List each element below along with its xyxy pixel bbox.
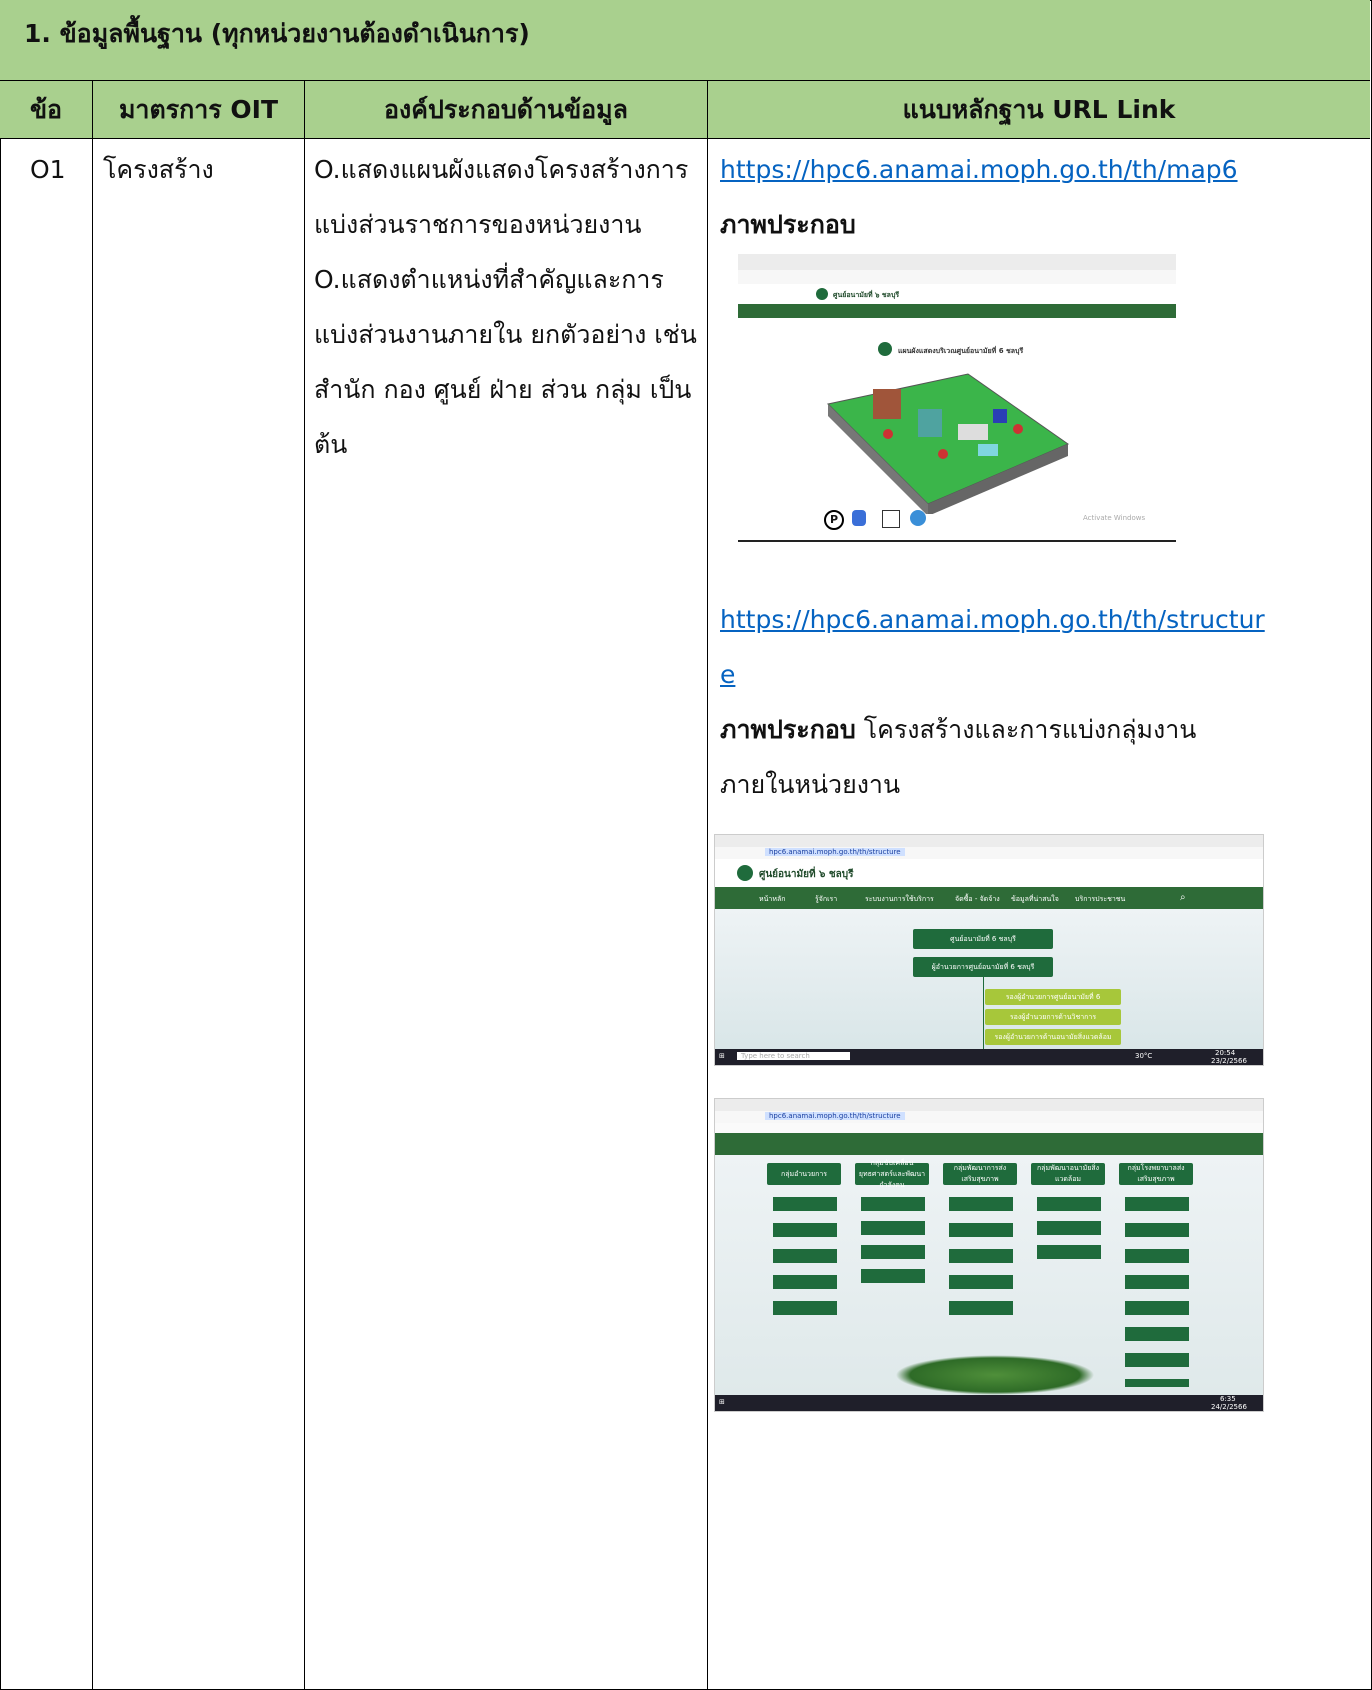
caption-1: ภาพประกอบ (720, 210, 856, 239)
sub-units (1037, 1197, 1101, 1267)
trees-decoration (895, 1355, 1095, 1395)
logo-icon (737, 865, 753, 881)
nav-item: ระบบงานการใช้บริการ (865, 895, 934, 903)
campus-map-image (826, 373, 1070, 514)
structure-area: กลุ่มอำนวยการ กลุ่มขับเคลื่อนยุทธศาสตร์แ… (715, 1155, 1263, 1395)
component-line: แบ่งส่วนงานภายใน ยกตัวอย่าง เช่น (314, 320, 697, 349)
nav-item: ข้อมูลที่น่าสนใจ (1011, 895, 1059, 903)
column-divider (707, 81, 708, 1690)
evidence-link-structure[interactable]: https://hpc6.anamai.moph.go.th/th/struct… (720, 605, 1265, 634)
header-measure: มาตรการ OIT (93, 81, 304, 139)
logo-icon (878, 342, 892, 356)
url-text: hpc6.anamai.moph.go.th/th/structure (765, 848, 905, 856)
site-nav (738, 304, 1176, 318)
component-line: O.แสดงแผนผังแสดงโครงสร้างการ (314, 155, 689, 184)
org-deputy-box: รองผู้อำนวยการศูนย์อนามัยที่ 6 (985, 989, 1121, 1005)
windows-start-icon: ⊞ (719, 1052, 725, 1060)
sub-units (1125, 1197, 1189, 1387)
taskbar-search: Type here to search (737, 1052, 850, 1060)
nav-item: บริการประชาชน (1075, 895, 1126, 903)
clock-time: 20:54 (1215, 1049, 1236, 1057)
caption-2-bold: ภาพประกอบ (720, 715, 856, 744)
windows-taskbar: ⊞ Type here to search 30°C 20:54 23/2/25… (715, 1049, 1263, 1065)
map-title: แผนผังแสดงบริเวณศูนย์อนามัยที่ 6 ชลบุรี (898, 347, 1024, 355)
header-component: องค์ประกอบด้านข้อมูล (305, 81, 707, 139)
component-line: แบ่งส่วนราชการของหน่วยงาน (314, 210, 642, 239)
site-header: ศูนย์อนามัยที่ ๖ ชลบุรี (715, 859, 1263, 887)
nav-item: หน้าหลัก (759, 895, 786, 903)
group-box: กลุ่มพัฒนาการส่งเสริมสุขภาพ (943, 1163, 1017, 1185)
sub-units (949, 1197, 1013, 1327)
parking-icon: P (824, 510, 844, 530)
windows-taskbar: ⊞ 6:35 24/2/2566 (715, 1395, 1263, 1411)
clock-time: 6:35 (1220, 1395, 1236, 1403)
evidence-link-2-wrap: https://hpc6.anamai.moph.go.th/th/struct… (720, 592, 1265, 702)
person-icon (852, 510, 866, 526)
component-line: O.แสดงตำแหน่งที่สำคัญและการ (314, 265, 664, 294)
connector (983, 977, 984, 1049)
nav-item: จัดซื้อ - จัดจ้าง (955, 895, 1000, 903)
sub-units (773, 1197, 837, 1317)
site-nav: หน้าหลัก รู้จักเรา ระบบงานการใช้บริการ จ… (715, 887, 1263, 909)
section-title: 1. ข้อมูลพื้นฐาน (ทุกหน่วยงานต้องดำเนินก… (24, 19, 530, 48)
org-deputy-box: รองผู้อำนวยการด้านอนามัยสิ่งแวดล้อม (985, 1029, 1121, 1045)
org-deputy-box: รองผู้อำนวยการด้านวิชาการ (985, 1009, 1121, 1025)
search-icon: ⌕ (1180, 892, 1186, 903)
row-component: O.แสดงแผนผังแสดงโครงสร้างการ แบ่งส่วนราช… (314, 142, 697, 472)
windows-watermark: Activate Windows (1083, 514, 1146, 522)
column-divider (92, 81, 93, 1690)
weather: 30°C (1135, 1052, 1153, 1060)
row-measure: โครงสร้าง (103, 155, 214, 184)
component-line: ต้น (314, 430, 348, 459)
home-icon (910, 510, 926, 526)
group-box: กลุ่มพัฒนาอนามัยสิ่งแวดล้อม (1031, 1163, 1105, 1185)
clock-date: 23/2/2566 (1211, 1057, 1247, 1065)
row-number: O1 (30, 155, 66, 184)
group-box: กลุ่มโรงพยาบาลส่งเสริมสุขภาพ (1119, 1163, 1193, 1185)
structure-area: ศูนย์อนามัยที่ 6 ชลบุรี ผู้อำนวยการศูนย์… (715, 909, 1263, 1049)
browser-tabbar (738, 254, 1176, 271)
section-header: 1. ข้อมูลพื้นฐาน (ทุกหน่วยงานต้องดำเนินก… (0, 0, 1370, 81)
org-director-box: ผู้อำนวยการศูนย์อนามัยที่ 6 ชลบุรี (913, 957, 1053, 977)
sub-units (861, 1197, 925, 1293)
structure-screenshot-1: hpc6.anamai.moph.go.th/th/structure ศูนย… (714, 834, 1264, 1066)
evidence-link-1-wrap: https://hpc6.anamai.moph.go.th/th/map6 (720, 142, 1238, 197)
nav-item: รู้จักเรา (815, 895, 838, 903)
header-evidence: แนบหลักฐาน URL Link (708, 81, 1370, 139)
caption-2: ภาพประกอบ โครงสร้างและการแบ่งกลุ่มงาน ภา… (720, 702, 1196, 812)
browser-addressbar (738, 270, 1176, 285)
windows-start-icon: ⊞ (719, 1398, 725, 1406)
structure-screenshot-2: hpc6.anamai.moph.go.th/th/structure กลุ่… (714, 1098, 1264, 1412)
site-nav (715, 1133, 1263, 1155)
evidence-link-map[interactable]: https://hpc6.anamai.moph.go.th/th/map6 (720, 155, 1238, 184)
divider (738, 540, 1176, 542)
site-name: ศูนย์อนามัยที่ ๖ ชลบุรี (759, 869, 854, 880)
caption-2-line2: ภายในหน่วยงาน (720, 770, 901, 799)
group-box: กลุ่มขับเคลื่อนยุทธศาสตร์และพัฒนากำลังคน (855, 1159, 929, 1189)
site-name: ศูนย์อนามัยที่ ๖ ชลบุรี (833, 291, 900, 299)
header-no: ข้อ (0, 81, 92, 139)
org-top-box: ศูนย์อนามัยที่ 6 ชลบุรี (913, 929, 1053, 949)
clock-date: 24/2/2566 (1211, 1403, 1247, 1411)
restroom-icon (882, 510, 900, 528)
logo-icon (816, 288, 828, 300)
map-screenshot: ศูนย์อนามัยที่ ๖ ชลบุรี แผนผังแสดงบริเวณ… (738, 254, 1176, 542)
evidence-link-structure-cont[interactable]: e (720, 660, 735, 689)
caption-2-text: โครงสร้างและการแบ่งกลุ่มงาน (855, 715, 1197, 744)
column-divider (304, 81, 305, 1690)
url-text: hpc6.anamai.moph.go.th/th/structure (765, 1112, 905, 1120)
site-header: ศูนย์อนามัยที่ ๖ ชลบุรี (738, 284, 1176, 304)
component-line: สำนัก กอง ศูนย์ ฝ่าย ส่วน กลุ่ม เป็น (314, 375, 692, 404)
group-box: กลุ่มอำนวยการ (767, 1163, 841, 1185)
